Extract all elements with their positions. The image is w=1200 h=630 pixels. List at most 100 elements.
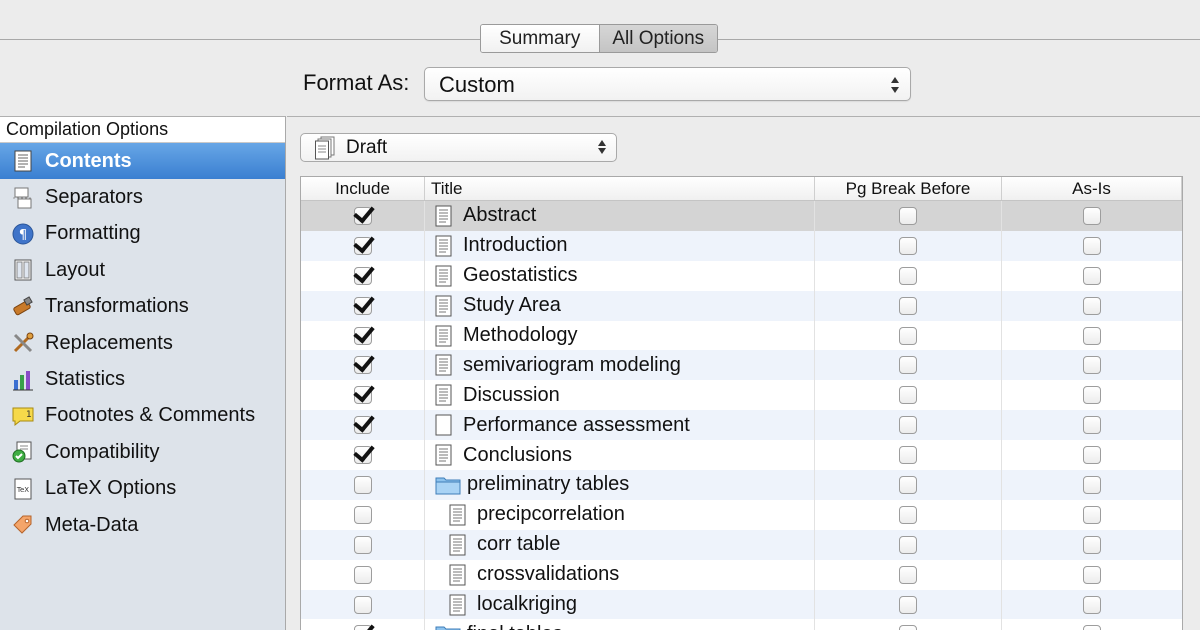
- table-row[interactable]: Methodology: [301, 320, 1182, 351]
- sidebar-item-meta-data[interactable]: Meta-Data: [0, 507, 285, 543]
- format-as-select[interactable]: Custom: [424, 67, 911, 101]
- as-is-checkbox[interactable]: [1083, 475, 1101, 494]
- sidebar-item-transformations[interactable]: Transformations: [0, 289, 285, 325]
- draft-select[interactable]: Draft: [300, 133, 617, 162]
- table-row[interactable]: Discussion: [301, 380, 1182, 411]
- include-cell: [301, 589, 425, 620]
- as-is-cell: [1002, 380, 1182, 410]
- include-checkbox[interactable]: [353, 386, 372, 405]
- as-is-checkbox[interactable]: [1083, 296, 1101, 315]
- table-row[interactable]: semivariogram modeling: [301, 350, 1182, 381]
- include-checkbox[interactable]: [353, 356, 372, 375]
- sidebar-item-separators[interactable]: Separators: [0, 179, 285, 215]
- pg-break-checkbox[interactable]: [899, 625, 917, 630]
- folder-icon: [435, 475, 461, 495]
- include-checkbox[interactable]: [353, 625, 372, 630]
- column-header-pg-break-before[interactable]: Pg Break Before: [815, 177, 1002, 200]
- statistics-icon: [10, 367, 36, 393]
- table-row[interactable]: localkriging: [301, 589, 1182, 620]
- pg-break-checkbox[interactable]: [899, 296, 917, 315]
- include-cell: [301, 290, 425, 321]
- table-row[interactable]: Introduction: [301, 230, 1182, 261]
- column-header-include[interactable]: Include: [301, 177, 425, 200]
- as-is-checkbox[interactable]: [1083, 206, 1101, 225]
- sidebar-item-latex-options[interactable]: TeX LaTeX Options: [0, 471, 285, 507]
- as-is-checkbox[interactable]: [1083, 236, 1101, 255]
- include-checkbox[interactable]: [353, 206, 372, 225]
- include-checkbox[interactable]: [353, 446, 372, 465]
- pg-break-checkbox[interactable]: [899, 595, 917, 614]
- as-is-checkbox[interactable]: [1083, 535, 1101, 554]
- as-is-checkbox[interactable]: [1083, 595, 1101, 614]
- table-row[interactable]: Study Area: [301, 290, 1182, 321]
- include-checkbox[interactable]: [353, 416, 372, 435]
- title-cell: Introduction: [425, 230, 815, 261]
- table-row[interactable]: Performance assessment: [301, 410, 1182, 441]
- as-is-checkbox[interactable]: [1083, 326, 1101, 345]
- sidebar-item-layout[interactable]: Layout: [0, 252, 285, 288]
- pg-break-checkbox[interactable]: [899, 356, 917, 375]
- svg-text:1: 1: [26, 410, 32, 420]
- include-checkbox[interactable]: [353, 326, 372, 345]
- sidebar-item-label: Formatting: [45, 222, 141, 245]
- tab-summary[interactable]: Summary: [481, 25, 599, 52]
- table-row[interactable]: Conclusions: [301, 440, 1182, 471]
- include-checkbox[interactable]: [353, 565, 372, 584]
- sidebar-list: Contents Separators ¶ Formatting Layout Trans…: [0, 143, 285, 543]
- pg-break-checkbox[interactable]: [899, 386, 917, 405]
- text-document-icon: [449, 534, 467, 556]
- pg-break-checkbox[interactable]: [899, 236, 917, 255]
- as-is-checkbox[interactable]: [1083, 625, 1101, 630]
- table-row[interactable]: precipcorrelation: [301, 499, 1182, 530]
- include-checkbox[interactable]: [353, 296, 372, 315]
- as-is-cell: [1002, 530, 1182, 560]
- pg-break-checkbox[interactable]: [899, 326, 917, 345]
- include-checkbox[interactable]: [353, 266, 372, 285]
- include-checkbox[interactable]: [353, 505, 372, 524]
- sidebar-item-footnotes-comments[interactable]: 1 Footnotes & Comments: [0, 398, 285, 434]
- table-row[interactable]: Geostatistics: [301, 260, 1182, 291]
- table-row[interactable]: preliminatry tables: [301, 470, 1182, 500]
- sidebar-item-formatting[interactable]: ¶ Formatting: [0, 216, 285, 252]
- text-document-icon: [435, 444, 453, 466]
- pg-break-checkbox[interactable]: [899, 446, 917, 465]
- text-document-icon: [435, 384, 453, 406]
- table-row[interactable]: final tables: [301, 619, 1182, 630]
- pg-break-checkbox[interactable]: [899, 565, 917, 584]
- pg-break-checkbox[interactable]: [899, 416, 917, 435]
- sidebar-item-compatibility[interactable]: Compatibility: [0, 434, 285, 470]
- as-is-checkbox[interactable]: [1083, 505, 1101, 524]
- sidebar-item-label: Statistics: [45, 368, 126, 391]
- replacements-icon: [10, 330, 36, 356]
- table-row[interactable]: crossvalidations: [301, 559, 1182, 590]
- as-is-cell: [1002, 500, 1182, 530]
- table-row[interactable]: Abstract: [301, 201, 1182, 231]
- as-is-checkbox[interactable]: [1083, 565, 1101, 584]
- column-header-title[interactable]: Title: [425, 177, 815, 200]
- as-is-checkbox[interactable]: [1083, 416, 1101, 435]
- as-is-checkbox[interactable]: [1083, 386, 1101, 405]
- as-is-checkbox[interactable]: [1083, 446, 1101, 465]
- tab-all-options[interactable]: All Options: [598, 25, 717, 52]
- as-is-cell: [1002, 470, 1182, 500]
- as-is-checkbox[interactable]: [1083, 266, 1101, 285]
- pg-break-checkbox[interactable]: [899, 535, 917, 554]
- include-checkbox[interactable]: [353, 535, 372, 554]
- contents-icon: [10, 148, 36, 174]
- title-cell: Methodology: [425, 320, 815, 351]
- title-cell: localkriging: [425, 589, 815, 620]
- sidebar-item-statistics[interactable]: Statistics: [0, 361, 285, 397]
- sidebar-item-replacements[interactable]: Replacements: [0, 325, 285, 361]
- table-row[interactable]: corr table: [301, 529, 1182, 560]
- pg-break-checkbox[interactable]: [899, 505, 917, 524]
- pg-break-checkbox[interactable]: [899, 206, 917, 225]
- pg-break-checkbox[interactable]: [899, 266, 917, 285]
- as-is-checkbox[interactable]: [1083, 356, 1101, 375]
- text-document-icon: [435, 325, 453, 347]
- sidebar-item-contents[interactable]: Contents: [0, 143, 285, 180]
- include-checkbox[interactable]: [353, 595, 372, 614]
- pg-break-checkbox[interactable]: [899, 475, 917, 494]
- include-checkbox[interactable]: [353, 475, 372, 494]
- column-header-as-is[interactable]: As-Is: [1002, 177, 1182, 200]
- include-checkbox[interactable]: [353, 236, 372, 255]
